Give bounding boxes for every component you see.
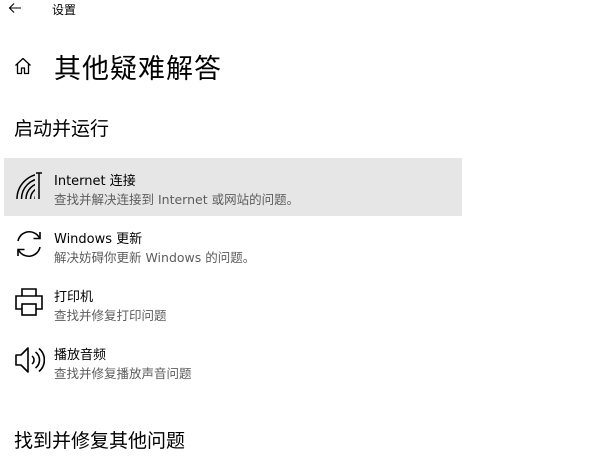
home-icon[interactable] [12, 55, 34, 77]
item-title: 打印机 [54, 290, 94, 305]
item-description: 查找并修复播放声音问题 [54, 366, 192, 381]
wifi-icon [12, 168, 46, 204]
printer-icon [12, 284, 46, 320]
app-title: 设置 [52, 3, 77, 17]
item-title: 播放音频 [54, 348, 107, 363]
title-bar: 设置 [0, 0, 600, 20]
page-title: 其他疑难解答 [54, 53, 222, 85]
item-description: 解决妨碍你更新 Windows 的问题。 [54, 250, 256, 265]
section-title-get-running: 启动并运行 [14, 118, 110, 140]
item-title: Windows 更新 [54, 232, 143, 247]
item-description: 查找并修复打印问题 [54, 308, 167, 323]
troubleshooter-internet-connections[interactable]: Internet 连接 查找并解决连接到 Internet 或网站的问题。 [4, 158, 462, 216]
speaker-icon [12, 342, 46, 378]
item-title: Internet 连接 [54, 174, 136, 189]
back-button[interactable] [4, 0, 26, 18]
arrow-left-icon [8, 3, 21, 13]
page-header: 其他疑难解答 [12, 46, 222, 86]
troubleshooter-printer[interactable]: 打印机 查找并修复打印问题 [4, 274, 462, 332]
section-title-find-fix-other: 找到并修复其他问题 [14, 430, 186, 452]
item-description: 查找并解决连接到 Internet 或网站的问题。 [54, 192, 300, 207]
refresh-icon [12, 226, 46, 262]
troubleshooter-windows-update[interactable]: Windows 更新 解决妨碍你更新 Windows 的问题。 [4, 216, 462, 274]
troubleshooter-playing-audio[interactable]: 播放音频 查找并修复播放声音问题 [4, 332, 462, 390]
